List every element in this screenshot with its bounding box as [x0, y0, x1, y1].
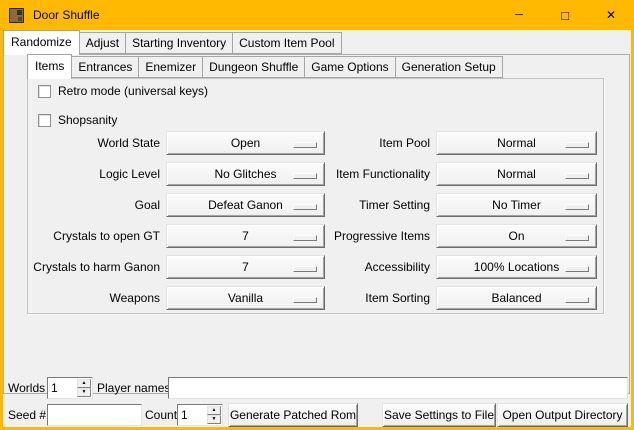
count-input[interactable] — [178, 405, 209, 425]
tab-entrances[interactable]: Entrances — [72, 56, 139, 78]
maximize-button[interactable]: □ — [542, 0, 588, 30]
timer-setting-dropdown[interactable]: No Timer — [436, 193, 597, 217]
retro-mode-label: Retro mode (universal keys) — [58, 84, 208, 98]
item-functionality-label: Item Functionality — [299, 162, 430, 186]
generate-patched-rom-button[interactable]: Generate Patched Rom — [228, 403, 358, 427]
item-functionality-dropdown[interactable]: Normal — [436, 162, 597, 186]
retro-mode-checkbox[interactable] — [38, 85, 51, 98]
dropdown-indicator-icon — [565, 173, 589, 179]
tab-starting-inventory[interactable]: Starting Inventory — [126, 32, 233, 54]
player-names-label: Player names — [97, 377, 170, 399]
tab-custom-item-pool[interactable]: Custom Item Pool — [233, 32, 341, 54]
item-pool-dropdown[interactable]: Normal — [436, 131, 597, 155]
tab-randomize[interactable]: Randomize — [3, 30, 80, 55]
app-icon-detail — [18, 17, 22, 21]
tab-generation-setup[interactable]: Generation Setup — [396, 56, 503, 78]
world-state-label: World State — [27, 131, 160, 155]
tab-adjust[interactable]: Adjust — [80, 32, 126, 54]
crystals-open-gt-label: Crystals to open GT — [27, 224, 160, 248]
seed-input[interactable] — [47, 404, 142, 426]
dropdown-indicator-icon — [565, 204, 589, 210]
progressive-items-dropdown[interactable]: On — [436, 224, 597, 248]
sub-tab-bar: Items Entrances Enemizer Dungeon Shuffle… — [27, 56, 503, 79]
item-sorting-dropdown[interactable]: Balanced — [436, 286, 597, 310]
dropdown-indicator-icon — [565, 235, 589, 241]
worlds-input[interactable] — [48, 378, 79, 398]
goal-label: Goal — [27, 193, 160, 217]
main-tab-bar: Randomize Adjust Starting Inventory Cust… — [3, 32, 342, 55]
title-bar: Door Shuffle ─ □ ✕ — [0, 0, 634, 30]
open-output-directory-button[interactable]: Open Output Directory — [497, 403, 628, 427]
timer-setting-label: Timer Setting — [299, 193, 430, 217]
save-settings-button[interactable]: Save Settings to File — [382, 403, 496, 427]
accessibility-label: Accessibility — [299, 255, 430, 279]
count-spin-buttons: ▲ ▼ — [207, 406, 221, 424]
shopsanity-checkbox-row: Shopsanity — [38, 113, 117, 127]
shopsanity-label: Shopsanity — [58, 113, 117, 127]
worlds-spinbox: ▲ ▼ — [47, 377, 93, 399]
tab-dungeon-shuffle[interactable]: Dungeon Shuffle — [203, 56, 305, 78]
seed-label: Seed # — [8, 404, 46, 426]
dropdown-indicator-icon — [565, 142, 589, 148]
retro-mode-checkbox-row: Retro mode (universal keys) — [38, 84, 208, 98]
logic-level-label: Logic Level — [27, 162, 160, 186]
tab-enemizer[interactable]: Enemizer — [139, 56, 203, 78]
worlds-spin-buttons: ▲ ▼ — [77, 379, 91, 397]
worlds-label: Worlds — [8, 377, 45, 399]
accessibility-dropdown[interactable]: 100% Locations — [436, 255, 597, 279]
minimize-icon: ─ — [515, 9, 523, 21]
item-sorting-label: Item Sorting — [299, 286, 430, 310]
spin-down-icon[interactable]: ▼ — [77, 388, 91, 397]
dropdown-indicator-icon — [565, 266, 589, 272]
spin-up-icon[interactable]: ▲ — [207, 406, 221, 415]
app-icon — [9, 8, 24, 23]
close-button[interactable]: ✕ — [588, 0, 634, 30]
window-controls: ─ □ ✕ — [496, 0, 634, 30]
crystals-harm-ganon-label: Crystals to harm Ganon — [27, 255, 160, 279]
spin-down-icon[interactable]: ▼ — [207, 415, 221, 424]
item-pool-label: Item Pool — [299, 131, 430, 155]
minimize-button[interactable]: ─ — [496, 0, 542, 30]
progressive-items-label: Progressive Items — [299, 224, 430, 248]
window-title: Door Shuffle — [33, 8, 100, 22]
dropdown-indicator-icon — [565, 297, 589, 303]
count-spinbox: ▲ ▼ — [177, 404, 223, 426]
count-label: Count — [145, 404, 177, 426]
tab-items[interactable]: Items — [27, 54, 72, 79]
weapons-label: Weapons — [27, 286, 160, 310]
app-window: Door Shuffle ─ □ ✕ Randomize Adjust Star… — [0, 0, 634, 430]
app-icon-detail — [17, 10, 22, 15]
shopsanity-checkbox[interactable] — [38, 114, 51, 127]
tab-game-options[interactable]: Game Options — [305, 56, 395, 78]
client-area: Randomize Adjust Starting Inventory Cust… — [3, 30, 631, 427]
maximize-icon: □ — [561, 8, 569, 23]
player-names-input[interactable] — [168, 377, 628, 399]
spin-up-icon[interactable]: ▲ — [77, 379, 91, 388]
close-icon: ✕ — [606, 8, 616, 22]
